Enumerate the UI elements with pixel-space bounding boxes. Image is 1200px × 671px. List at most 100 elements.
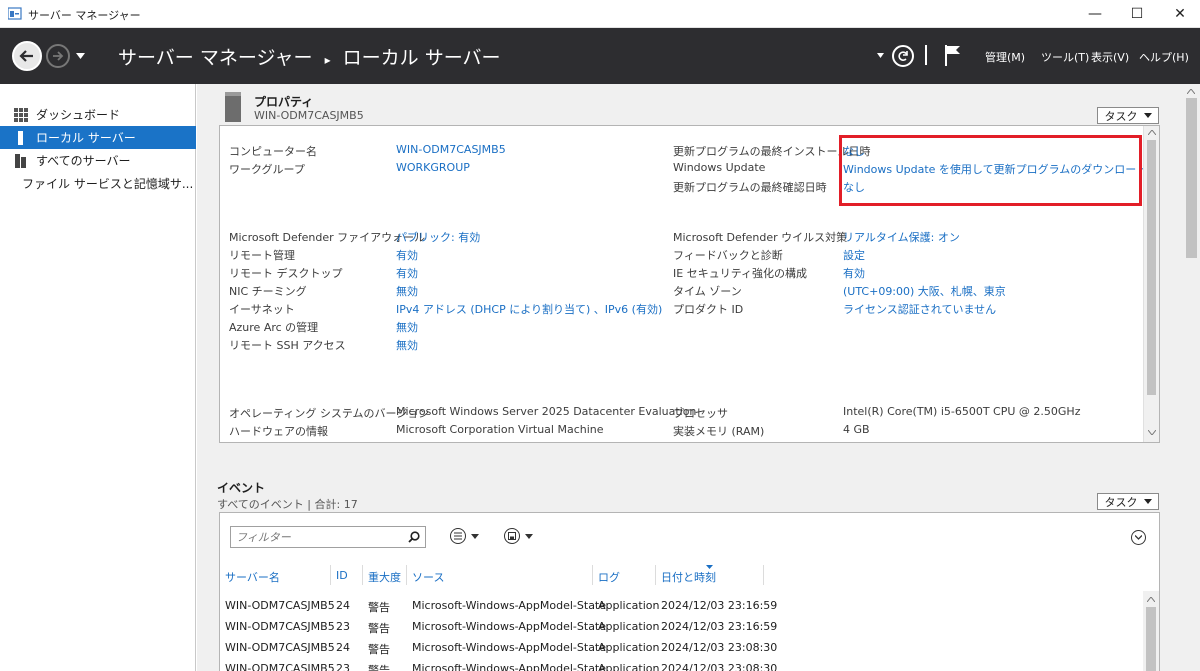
prop-label-processor: プロセッサ [673,407,728,420]
servers-icon [15,153,26,168]
notification-flag-icon[interactable] [944,44,962,66]
scroll-thumb[interactable] [1186,98,1197,258]
chevron-down-icon [1135,535,1142,540]
prop-value-remote-ssh[interactable]: 無効 [396,337,418,353]
prop-value-workgroup[interactable]: WORKGROUP [396,161,470,174]
maximize-button[interactable]: ☐ [1117,0,1157,28]
prop-value-azure-arc[interactable]: 無効 [396,319,418,335]
server-manager-icon [8,7,22,20]
menu-view[interactable]: 表示(V) [1091,49,1129,65]
menu-manage[interactable]: 管理(M) [985,49,1025,65]
events-panel: サーバー名 ID 重大度 ソース ログ 日付と時刻 WIN-ODM7CASJMB… [219,512,1160,671]
prop-label-computer-name: コンピューター名 [229,145,317,158]
main-scrollbar[interactable] [1183,84,1200,671]
prop-value-computer-name[interactable]: WIN-ODM7CASJMB5 [396,143,506,156]
scroll-thumb[interactable] [1146,607,1156,671]
save-icon [508,532,516,540]
prop-label-ethernet: イーサネット [229,303,295,316]
sidebar-item-label: ローカル サーバー [36,131,136,145]
prop-value-ie-esc[interactable]: 有効 [843,265,865,281]
scroll-up-icon[interactable] [1187,89,1195,94]
events-task-button[interactable]: タスク [1097,493,1159,510]
prop-value-ethernet[interactable]: IPv4 アドレス (DHCP により割り当て) 、IPv6 (有効) [396,301,662,317]
cell-id: 23 [336,662,350,671]
prop-label-azure-arc: Azure Arc の管理 [229,321,319,334]
scroll-up-icon[interactable] [1148,130,1156,135]
column-header-datetime[interactable]: 日付と時刻 [661,569,716,585]
prop-label-workgroup: ワークグループ [229,163,305,176]
cell-datetime: 2024/12/03 23:08:30 [661,662,778,671]
cell-server: WIN-ODM7CASJMB5 [225,620,335,633]
sidebar-item-file-storage[interactable]: ファイル サービスと記憶域サ... [0,172,196,195]
cell-id: 24 [336,641,350,654]
server-icon [18,130,23,145]
task-label: タスク [1104,109,1138,123]
prop-value-ram: 4 GB [843,423,870,436]
column-header-source[interactable]: ソース [412,569,444,585]
column-header-id[interactable]: ID [336,569,348,582]
cell-severity: 警告 [368,643,390,656]
prop-value-firewall[interactable]: パブリック: 有効 [396,229,480,245]
column-header-severity[interactable]: 重大度 [368,569,401,585]
chevron-down-icon[interactable] [525,534,533,539]
scroll-down-icon[interactable] [1148,430,1156,435]
events-scrollbar[interactable] [1143,591,1159,671]
sort-indicator-icon [706,565,713,569]
prop-label-feedback: フィードバックと診断 [673,249,783,262]
scroll-up-icon[interactable] [1147,597,1155,602]
sidebar-item-label: ファイル サービスと記憶域サ... [22,177,194,191]
properties-title: プロパティ [254,95,314,109]
properties-task-button[interactable]: タスク [1097,107,1159,124]
prop-value-feedback[interactable]: 設定 [843,247,865,263]
highlight-box [839,135,1142,206]
cell-severity: 警告 [368,664,390,671]
prop-value-product-id[interactable]: ライセンス認証されていません [843,301,996,317]
search-icon[interactable] [408,531,420,543]
close-button[interactable]: ✕ [1160,0,1200,28]
prop-value-os-version: Microsoft Windows Server 2025 Datacenter… [396,405,697,418]
chevron-down-icon [1143,499,1152,504]
window-title: サーバー マネージャー [28,9,141,22]
chevron-down-icon[interactable] [471,534,479,539]
query-options-button[interactable] [450,528,466,544]
menu-help[interactable]: ヘルプ(H) [1139,49,1189,65]
cell-server: WIN-ODM7CASJMB5 [225,662,335,671]
sidebar-item-label: ダッシュボード [36,108,121,122]
arrow-left-icon [19,50,33,62]
properties-scrollbar[interactable] [1143,126,1159,442]
prop-value-processor: Intel(R) Core(TM) i5-6500T CPU @ 2.50GHz [843,405,1081,418]
column-header-server[interactable]: サーバー名 [225,569,280,585]
properties-subtitle: WIN-ODM7CASJMB5 [254,109,364,122]
prop-label-remote-management: リモート管理 [229,249,295,262]
sidebar-item-local-server[interactable]: ローカル サーバー [0,126,196,149]
prop-value-time-zone[interactable]: (UTC+09:00) 大阪、札幌、東京 [843,283,1006,299]
prop-label-last-checked: 更新プログラムの最終確認日時 [673,181,827,194]
scroll-thumb[interactable] [1147,140,1156,395]
cell-server: WIN-ODM7CASJMB5 [225,599,335,612]
save-query-button[interactable] [504,528,520,544]
prop-value-nic-teaming[interactable]: 無効 [396,283,418,299]
refresh-dropdown-icon[interactable] [877,53,884,58]
back-button[interactable] [12,41,42,71]
chevron-down-icon [1143,113,1152,118]
prop-value-defender-av[interactable]: リアルタイム保護: オン [843,229,960,245]
sidebar-item-dashboard[interactable]: ダッシュボード [0,103,196,126]
filter-box[interactable] [230,526,426,548]
dashboard-icon [14,107,28,122]
sidebar-item-all-servers[interactable]: すべてのサーバー [0,149,196,172]
expand-panel-button[interactable] [1131,530,1146,545]
menu-tools[interactable]: ツール(T) [1041,49,1089,65]
cell-log: Application [598,620,660,633]
cell-source: Microsoft-Windows-AppModel-State [412,599,607,612]
refresh-button[interactable] [892,45,914,67]
column-header-log[interactable]: ログ [598,569,620,585]
breadcrumb-root[interactable]: サーバー マネージャー [118,47,313,69]
breadcrumb-separator: ▸ [324,53,331,67]
filter-input[interactable] [231,527,401,547]
prop-value-remote-desktop[interactable]: 有効 [396,265,418,281]
sidebar: ダッシュボード ローカル サーバー すべてのサーバー ファイル サービスと記憶域… [0,84,196,671]
forward-button[interactable] [46,44,70,68]
prop-value-remote-management[interactable]: 有効 [396,247,418,263]
minimize-button[interactable]: — [1075,0,1115,28]
history-dropdown-icon[interactable] [76,53,85,59]
